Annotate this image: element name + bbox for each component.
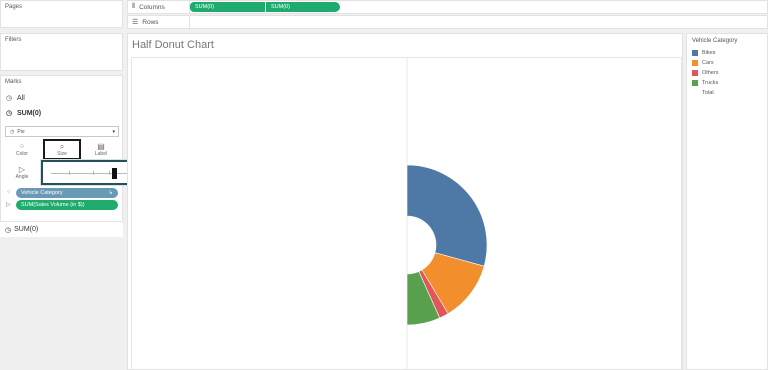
plot-area[interactable] (131, 57, 682, 370)
vehicle-category-pill-label: Vehicle Category (21, 190, 63, 196)
sales-volume-pill-label: SUM(Sales Volume (in $)) (21, 202, 85, 208)
rows-shelf-label-group: ☰ Rows (132, 18, 159, 27)
column-pill-label: SUM(0) (195, 4, 214, 10)
vehicle-category-pill[interactable]: Vehicle Category ↳ (16, 188, 118, 198)
column-pill-label: SUM(0) (271, 4, 290, 10)
legend-item-trucks[interactable]: Trucks (692, 80, 718, 86)
pie-mark-icon: ◷ (10, 128, 15, 135)
view-title: Half Donut Chart (132, 39, 214, 51)
rows-label: Rows (142, 18, 159, 26)
pages-title: Pages (5, 4, 23, 10)
legend-swatch (692, 50, 698, 56)
color-button-label: Color (16, 151, 28, 157)
size-slider-popup (41, 160, 141, 185)
legend-label: Trucks (702, 80, 719, 86)
legend-label: Total (702, 90, 714, 96)
legend-label: Bikes (702, 50, 716, 56)
legend-swatch (692, 90, 698, 96)
legend-label: Others (702, 70, 719, 76)
chart-view: Half Donut Chart (127, 33, 683, 370)
angle-button[interactable]: ▷ Angle (4, 162, 40, 183)
mark-type-value: Pie (17, 128, 25, 135)
slider-tick (93, 171, 94, 175)
sort-icon: ↳ (108, 190, 113, 196)
rows-shelf[interactable]: ☰ Rows (127, 15, 768, 29)
color-button[interactable]: ⁘ Color (4, 139, 40, 160)
filters-title: Filters (5, 37, 22, 43)
marks-title: Marks (5, 79, 22, 85)
clock-icon: ◷ (6, 95, 13, 102)
angle-button-label: Angle (15, 174, 29, 180)
label-icon: ▤ (97, 142, 105, 151)
marks-sum-label-2: SUM(0) (14, 226, 39, 233)
clock-icon: ◷ (5, 226, 12, 234)
marks-card: Marks ◷ All ◷ SUM(0) ◷ Pie ▾ ⁘ Color ⌕ S… (0, 75, 123, 237)
columns-icon: ⦀ (132, 3, 136, 10)
legend-item-others[interactable]: Others (692, 70, 719, 76)
label-button-label: Label (94, 151, 108, 157)
color-dots-icon: ⁘ (6, 190, 12, 196)
legend-swatch (692, 60, 698, 66)
columns-shelf[interactable]: ⦀ Columns SUM(0) SUM(0) (127, 0, 768, 14)
slider-tick (69, 171, 70, 175)
donut-slice-bikes[interactable] (406, 164, 488, 267)
label-button[interactable]: ▤ Label (83, 139, 119, 160)
size-button[interactable]: ⌕ Size (43, 139, 81, 160)
angle-icon: ▷ (18, 165, 26, 174)
columns-shelf-label-group: ⦀ Columns (132, 3, 165, 11)
size-icon: ⌕ (59, 142, 65, 151)
sales-volume-pill[interactable]: SUM(Sales Volume (in $)) (16, 200, 118, 210)
half-donut-chart[interactable] (132, 58, 683, 370)
legend-title: Vehicle Category (692, 38, 738, 44)
legend-swatch (692, 80, 698, 86)
column-pill[interactable]: SUM(0) (265, 2, 340, 12)
mark-type-dropdown[interactable]: ◷ Pie ▾ (5, 126, 119, 137)
columns-label: Columns (139, 3, 165, 11)
size-slider-thumb[interactable] (112, 168, 117, 179)
legend-item-bikes[interactable]: Bikes (692, 50, 715, 56)
marks-all-label: All (17, 94, 25, 102)
pages-card[interactable]: Pages (0, 0, 123, 28)
color-legend: Vehicle Category Bikes Cars Others Truck… (686, 33, 768, 370)
rows-icon: ☰ (132, 19, 139, 26)
marks-sum-tab[interactable]: ◷ SUM(0) (6, 109, 42, 118)
size-button-label: Size (57, 151, 67, 157)
marks-all-tab[interactable]: ◷ All (6, 94, 25, 103)
legend-item-cars[interactable]: Cars (692, 60, 714, 66)
marks-sum-label: SUM(0) (17, 109, 42, 117)
legend-item-total[interactable]: Total (692, 90, 714, 96)
filters-card[interactable]: Filters (0, 33, 123, 71)
legend-swatch (692, 70, 698, 76)
slider-tick (109, 171, 110, 175)
marks-sum-tab-2[interactable]: ◷ SUM(0) (0, 221, 123, 237)
chevron-down-icon: ▾ (112, 129, 115, 135)
clock-icon: ◷ (6, 110, 13, 117)
column-pill[interactable]: SUM(0) (190, 2, 265, 12)
tableau-workspace: Pages Filters Marks ◷ All ◷ SUM(0) ◷ Pie… (0, 0, 768, 370)
angle-icon: ▷ (6, 202, 11, 208)
shelf-divider (189, 16, 190, 28)
legend-label: Cars (702, 60, 714, 66)
color-dots-icon: ⁘ (18, 142, 26, 151)
